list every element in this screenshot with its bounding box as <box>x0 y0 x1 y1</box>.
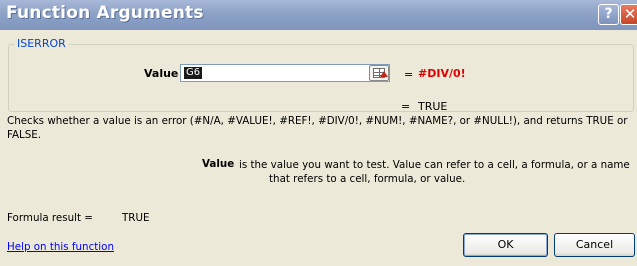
ok-button[interactable]: OK <box>463 233 548 257</box>
function-equals-sign: = <box>401 100 411 113</box>
function-description: Checks whether a value is an error (#N/A… <box>7 115 628 141</box>
dialog-body: ISERROR Value G6 = #DIV/0! = TRUE Checks… <box>0 30 637 266</box>
close-icon: ✕ <box>623 5 637 23</box>
value-argument-input[interactable]: G6 <box>180 64 390 82</box>
parameter-description-line1: is the value you want to test. Value can… <box>239 159 630 171</box>
argument-label: Value <box>144 67 179 80</box>
parameter-name: Value <box>202 158 235 170</box>
title-bar[interactable]: Function Arguments ? ✕ <box>0 0 637 30</box>
function-name-label: ISERROR <box>14 37 69 50</box>
argument-evaluated-result: #DIV/0! <box>418 67 466 80</box>
dialog-title: Function Arguments <box>6 3 204 23</box>
argument-equals-sign: = <box>404 68 414 81</box>
collapse-arrow-icon <box>380 71 388 77</box>
function-arguments-dialog: Function Arguments ? ✕ ISERROR Value G6 … <box>0 0 637 266</box>
help-button[interactable]: ? <box>598 4 619 25</box>
parameter-description: is the value you want to test. Value can… <box>239 158 634 186</box>
argument-input-text: G6 <box>184 67 203 79</box>
function-result: TRUE <box>418 100 448 113</box>
formula-result-value: TRUE <box>122 212 150 224</box>
question-mark-icon: ? <box>604 6 613 22</box>
collapse-dialog-button[interactable] <box>369 65 389 81</box>
help-on-function-link[interactable]: Help on this function <box>7 241 114 253</box>
cancel-button[interactable]: Cancel <box>554 233 635 257</box>
close-button[interactable]: ✕ <box>620 4 637 25</box>
formula-result-label: Formula result = <box>7 212 93 224</box>
parameter-description-line2: that refers to a cell, formula, or value… <box>269 173 466 185</box>
